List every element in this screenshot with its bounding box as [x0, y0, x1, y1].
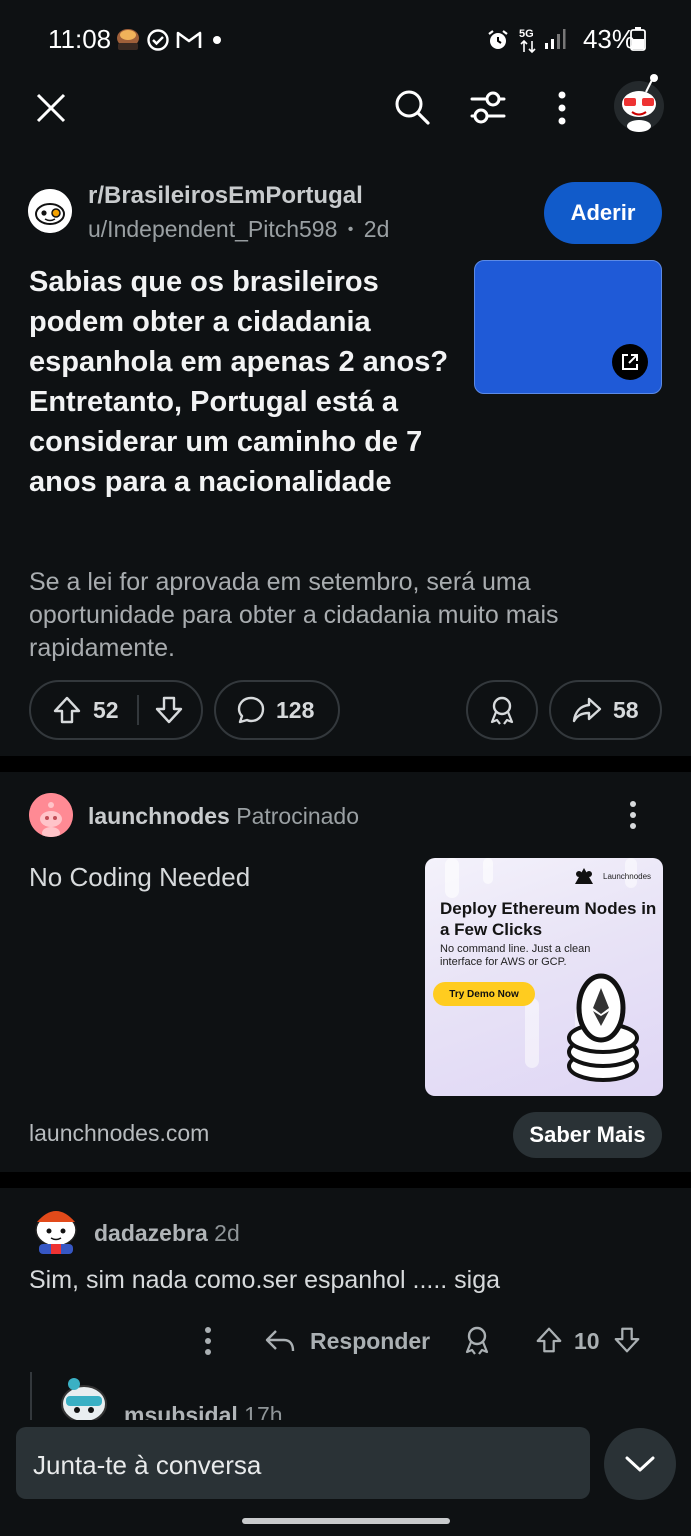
comment-bubble-icon: [237, 696, 265, 724]
reply-label: Responder: [310, 1327, 431, 1354]
comment-count: 128: [276, 696, 315, 723]
signal-icon: [545, 29, 566, 49]
status-time: 11:08: [48, 24, 112, 54]
snoo-avatar-icon: [614, 74, 664, 132]
alarm-icon: [488, 30, 508, 49]
advertiser-name[interactable]: launchnodes: [88, 803, 230, 829]
more-options-icon[interactable]: [552, 90, 572, 126]
reply-age: 17h: [244, 1402, 283, 1420]
advertiser-avatar[interactable]: [29, 793, 73, 837]
subreddit-name[interactable]: r/BrasileirosEmPortugal: [88, 182, 363, 210]
ad-image[interactable]: Launchnodes Deploy Ethereum Nodes in a F…: [425, 858, 663, 1096]
comment-text: Sim, sim nada como.ser espanhol ..... si…: [29, 1266, 501, 1294]
post-age: 2d: [363, 216, 390, 242]
snoo-avatar-icon: [35, 1211, 77, 1254]
reply-arrow-icon: [265, 1330, 295, 1352]
ad-domain[interactable]: launchnodes.com: [29, 1120, 209, 1147]
post-author[interactable]: u/Independent_Pitch598: [88, 216, 337, 242]
meta-separator: •: [347, 221, 354, 238]
snoo-icon: [28, 189, 72, 233]
sort-filter-icon[interactable]: [469, 90, 507, 126]
learn-more-button[interactable]: Saber Mais: [513, 1112, 662, 1158]
snoo-avatar-icon: [61, 1378, 107, 1420]
5g-icon: 5G: [519, 28, 536, 54]
reply-header: msubsidal 17h: [124, 1402, 283, 1420]
comments-button[interactable]: 128: [214, 680, 340, 740]
svg-text:5G: 5G: [519, 28, 534, 40]
reply-avatar[interactable]: [56, 1376, 112, 1420]
ad-image-title: Deploy Ethereum Nodes in a Few Clicks: [440, 899, 657, 939]
share-icon: [572, 697, 602, 723]
comment-author[interactable]: dadazebra: [94, 1220, 208, 1246]
external-link-button[interactable]: [612, 344, 648, 380]
thread-line: [30, 1372, 32, 1420]
upvote-icon[interactable]: [51, 694, 83, 726]
sponsored-label: Patrocinado: [236, 803, 359, 829]
ad-headline[interactable]: No Coding Needed: [29, 862, 250, 893]
comment-downvote-icon[interactable]: [612, 1324, 642, 1356]
user-avatar[interactable]: [612, 72, 666, 132]
post-body: Se a lei for aprovada em setembro, será …: [29, 568, 559, 662]
reply-button[interactable]: Responder: [264, 1324, 430, 1358]
post-meta: u/Independent_Pitch598 • 2d: [88, 216, 389, 243]
snoo-default-icon: [29, 793, 73, 837]
section-divider: [0, 1172, 691, 1188]
ad-more-options-icon[interactable]: [623, 800, 643, 830]
chevron-down-icon: [625, 1456, 655, 1472]
subreddit-avatar[interactable]: [28, 189, 72, 233]
status-bar: 11:08 5G 43%: [0, 0, 691, 78]
vote-control: 52: [29, 680, 203, 740]
external-link-icon: [622, 354, 638, 370]
top-navigation: [0, 74, 691, 138]
comment-upvote-icon[interactable]: [534, 1324, 564, 1356]
comment-input-placeholder[interactable]: Junta-te à conversa: [33, 1450, 261, 1481]
comment-award-icon[interactable]: [462, 1324, 492, 1358]
award-icon: [490, 696, 514, 725]
check-circle-icon: [147, 29, 169, 51]
ad-image-subtitle: No command line. Just a clean interface …: [440, 943, 591, 968]
upvote-count: 52: [93, 696, 119, 723]
downvote-icon[interactable]: [153, 694, 185, 726]
dot-icon: [213, 36, 221, 44]
comment-vote-count: 10: [574, 1328, 600, 1354]
award-button[interactable]: [466, 680, 538, 740]
battery-percent: 43%: [582, 24, 635, 54]
share-button[interactable]: 58: [549, 680, 662, 740]
battery-icon: [630, 27, 646, 51]
commenter-avatar[interactable]: [29, 1200, 83, 1254]
gmail-icon: [176, 31, 202, 48]
join-button[interactable]: Aderir: [544, 182, 662, 244]
comment-more-options-icon[interactable]: [198, 1326, 218, 1356]
comment-header: dadazebra 2d: [94, 1220, 240, 1247]
ad-header: launchnodes Patrocinado: [88, 803, 359, 830]
vote-divider: [137, 695, 139, 725]
share-count: 58: [613, 696, 639, 723]
ad-image-brand: Launchnodes: [603, 872, 652, 881]
next-comment-button[interactable]: [604, 1428, 676, 1500]
post-title[interactable]: Sabias que os brasileiros podem obter a …: [29, 262, 449, 502]
ad-image-cta: Try Demo Now: [433, 982, 535, 1006]
ethereum-coins-icon: [567, 973, 639, 1082]
game-notification-icon: [117, 29, 139, 50]
search-icon[interactable]: [393, 88, 431, 126]
reply-author[interactable]: msubsidal: [124, 1402, 238, 1420]
launchnodes-logo-icon: [575, 868, 593, 884]
home-indicator[interactable]: [242, 1518, 450, 1524]
comment-age: 2d: [214, 1220, 240, 1246]
section-divider: [0, 756, 691, 772]
close-icon[interactable]: [34, 91, 68, 125]
